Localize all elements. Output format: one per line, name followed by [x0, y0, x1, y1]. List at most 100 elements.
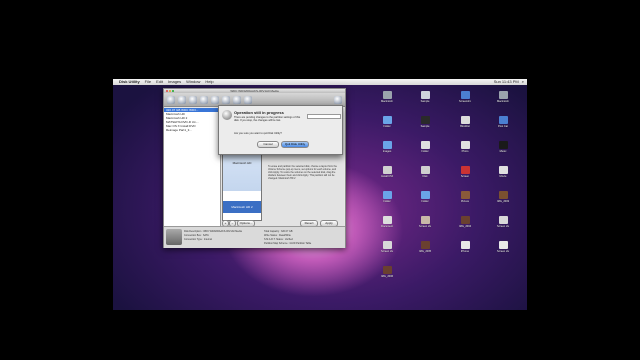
desktop-icon[interactable]: Folder: [419, 141, 431, 153]
desktop-icon[interactable]: Screen shot: [419, 216, 431, 228]
file-icon: [460, 116, 470, 124]
new-image-icon[interactable]: [222, 95, 230, 104]
menu-window[interactable]: Window: [186, 79, 200, 85]
burn-icon[interactable]: [167, 95, 175, 104]
window-titlebar[interactable]: WDC WD3200AAKS-00V1A0 Media: [164, 89, 345, 93]
sheet-field: [307, 114, 341, 119]
partition-info-text: To erase and partition the selected disk…: [268, 165, 337, 180]
clock[interactable]: Sun 11:43 PM: [494, 79, 519, 85]
file-icon: [498, 241, 508, 249]
desktop-icon-label: Install DVD: [381, 175, 393, 178]
disk-sidebar: 320.07 GB WDC WD3... Macintosh HD Macintos…: [164, 108, 221, 226]
desktop-icon-label: Picture: [460, 200, 470, 203]
desktop-icon[interactable]: IMG_2005.JPG: [419, 241, 431, 253]
desktop-icon[interactable]: Screen shot: [497, 241, 509, 253]
desktop-icon-label: Folder: [421, 150, 429, 153]
menu-help[interactable]: Help: [205, 79, 213, 85]
desktop-icon-label: IMG_2006.JPG: [381, 275, 393, 278]
desktop-icon[interactable]: Sample: [419, 116, 431, 128]
file-icon: [382, 216, 392, 224]
file-icon: [460, 191, 470, 199]
desktop-icon[interactable]: Blocklist: [459, 116, 471, 128]
quit-confirmation-sheet: Operation still in progress There are pe…: [218, 105, 343, 155]
quit-disk-utility-button[interactable]: Quit Disk Utility: [281, 141, 309, 148]
desktop-icon-label: Screen: [460, 175, 470, 178]
minimize-button[interactable]: [169, 90, 171, 92]
file-icon: [460, 216, 470, 224]
file-icon: [420, 91, 430, 99]
desktop-icon[interactable]: Music: [497, 141, 509, 153]
menu-images[interactable]: Images: [168, 79, 181, 85]
convert-icon[interactable]: [233, 95, 241, 104]
menu-file[interactable]: File: [145, 79, 151, 85]
disk-utility-icon: [222, 110, 232, 120]
desktop-icon[interactable]: Folder: [419, 191, 431, 203]
journaling-icon[interactable]: [211, 95, 219, 104]
file-icon: [382, 191, 392, 199]
menu-app[interactable]: Disk Utility: [119, 79, 140, 85]
file-icon: [498, 216, 508, 224]
desktop-icon[interactable]: Screen: [459, 166, 471, 178]
close-button[interactable]: [166, 90, 168, 92]
disk-info-right: Total Capacity : 320.07 GB Write Status …: [264, 230, 311, 246]
desktop-icon-label: IMG_2003.JPG: [497, 200, 509, 203]
eject-icon[interactable]: [200, 95, 208, 104]
desktop-icon-label: IMG_2005.JPG: [419, 250, 431, 253]
menu-bar: Disk Utility File Edit Images Window Hel…: [113, 79, 527, 85]
zoom-button[interactable]: [172, 90, 174, 92]
desktop-icon[interactable]: Picture: [459, 191, 471, 203]
desktop-icon[interactable]: Images: [381, 141, 393, 153]
file-icon: [420, 241, 430, 249]
connection-type: Connection Type : Internal: [184, 238, 212, 241]
resize-image-icon[interactable]: [244, 95, 252, 104]
desktop-icon-label: iPhone: [460, 250, 470, 253]
desktop-icon-label: Screen shot: [497, 250, 509, 253]
desktop-icon[interactable]: IMG_2004.JPG: [459, 216, 471, 228]
desktop-icon[interactable]: IMG_2006.JPG: [381, 266, 393, 278]
file-icon: [498, 91, 508, 99]
disk-info-left: Disk Description : WDC WD3200AAKS-00V1A0…: [184, 230, 242, 242]
menu-edit[interactable]: Edit: [156, 79, 163, 85]
partition-slice-selected[interactable]: Macintosh HD 2: [223, 201, 261, 213]
log-icon[interactable]: [334, 95, 342, 104]
file-icon: [498, 141, 508, 149]
desktop-icon[interactable]: Disk: [419, 166, 431, 178]
file-icon: [420, 141, 430, 149]
desktop-icon[interactable]: IMG_2003.JPG: [497, 191, 509, 203]
sheet-heading: Operation still in progress: [234, 110, 284, 115]
desktop-icon-label: Screen shot: [419, 225, 431, 228]
desktop-icon[interactable]: Photo: [459, 141, 471, 153]
desktop-icon[interactable]: Post Cat: [497, 116, 509, 128]
desktop-icon-label: IMG_2004.JPG: [459, 225, 471, 228]
desktop-icon[interactable]: Screen shot: [497, 216, 509, 228]
info-icon[interactable]: [189, 95, 197, 104]
desktop-icon-label: Sample: [420, 125, 430, 128]
sheet-question: Are you sure you want to quit Disk Utili…: [234, 132, 282, 135]
cancel-button[interactable]: Cancel: [257, 141, 279, 148]
desktop-icon[interactable]: Folder: [381, 116, 393, 128]
desktop-icon-label: Folder: [383, 125, 391, 128]
file-icon: [382, 166, 392, 174]
desktop-icon[interactable]: Install DVD: [381, 166, 393, 178]
file-icon: [382, 91, 392, 99]
desktop-icon[interactable]: Sample: [419, 91, 431, 103]
file-icon: [420, 166, 430, 174]
desktop-icon[interactable]: Screenshot: [459, 91, 471, 103]
desktop-icon[interactable]: Document: [381, 216, 393, 228]
window-title: WDC WD3200AAKS-00V1A0 Media: [230, 89, 279, 93]
desktop-icon[interactable]: Movie: [497, 166, 509, 178]
desktop-icon[interactable]: Folder: [381, 191, 393, 203]
sidebar-disk-item[interactable]: Reimage Part1_3...: [164, 128, 220, 132]
verify-icon[interactable]: [178, 95, 186, 104]
desktop-icon-label: Photo: [461, 150, 469, 153]
desktop-icon[interactable]: Screen shot: [381, 241, 393, 253]
spotlight-icon[interactable]: ⌕: [522, 79, 524, 85]
desktop-icon[interactable]: Macintosh HD: [497, 91, 509, 103]
desktop-icon-label: Blocklist: [460, 125, 470, 128]
file-icon: [382, 266, 392, 274]
desktop-icon[interactable]: iPhone: [459, 241, 471, 253]
sheet-message: There are pending changes to the partiti…: [234, 116, 301, 123]
file-icon: [382, 241, 392, 249]
file-icon: [420, 191, 430, 199]
desktop-icon[interactable]: Macintosh HD: [381, 91, 393, 103]
